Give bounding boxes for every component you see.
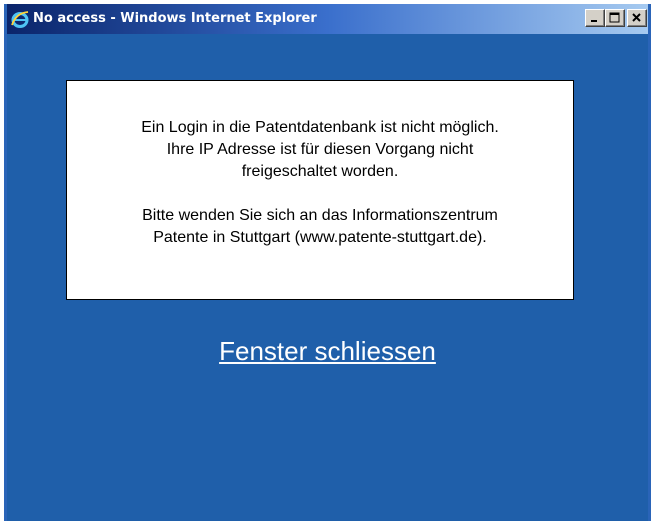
page-content: Ein Login in die Patentdatenbank ist nic… [7, 34, 648, 521]
title-bar[interactable]: No access - Windows Internet Explorer [7, 4, 648, 34]
window-title: No access - Windows Internet Explorer [33, 11, 317, 26]
internet-explorer-icon [10, 9, 30, 29]
close-icon [632, 13, 641, 22]
message-paragraph-2: Bitte wenden Sie sich an das Information… [142, 207, 498, 246]
minimize-icon [591, 20, 597, 22]
close-window-link-container: Fenster schliessen [7, 336, 648, 366]
message-paragraph-1: Ein Login in die Patentdatenbank ist nic… [141, 119, 499, 180]
close-button[interactable] [627, 9, 647, 27]
window-controls [585, 9, 647, 29]
message-box: Ein Login in die Patentdatenbank ist nic… [66, 80, 574, 300]
minimize-button[interactable] [585, 9, 605, 27]
maximize-button[interactable] [605, 9, 625, 27]
close-window-link[interactable]: Fenster schliessen [219, 336, 436, 366]
maximize-icon [609, 12, 620, 23]
browser-window: No access - Windows Internet Explorer Ei… [4, 4, 651, 521]
